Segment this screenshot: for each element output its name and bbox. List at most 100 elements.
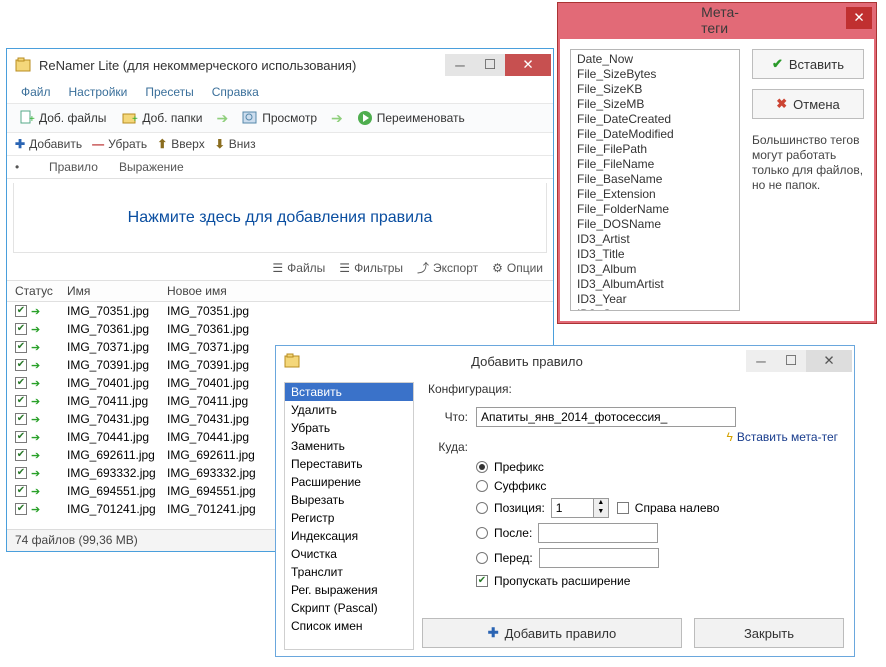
add-rule-button[interactable]: ✚ Добавить правило — [422, 618, 682, 648]
gear-icon: ⚙ — [492, 261, 503, 275]
minimize-button[interactable]: ─ — [445, 54, 475, 76]
meta-tag-item[interactable]: File_DateCreated — [571, 112, 739, 127]
rule-max-button[interactable]: ☐ — [776, 350, 806, 372]
meta-tag-item[interactable]: File_Extension — [571, 187, 739, 202]
rule-remove-button[interactable]: —Убрать — [92, 137, 147, 151]
meta-tag-item[interactable]: File_DateModified — [571, 127, 739, 142]
rule-type-item[interactable]: Индексация — [285, 527, 413, 545]
rule-up-button[interactable]: ⬆Вверх — [157, 137, 205, 151]
rule-type-item[interactable]: Убрать — [285, 419, 413, 437]
what-input[interactable] — [476, 407, 736, 427]
meta-taglist[interactable]: Date_NowFile_SizeBytesFile_SizeKBFile_Si… — [570, 49, 740, 311]
row-checkbox[interactable]: ✔ — [15, 467, 27, 479]
rule-type-item[interactable]: Скрипт (Pascal) — [285, 599, 413, 617]
meta-tag-item[interactable]: ID3_Title — [571, 247, 739, 262]
export-button[interactable]: ⤴Экспорт — [417, 259, 478, 276]
table-row[interactable]: ✔➔IMG_70361.jpgIMG_70361.jpg — [7, 320, 553, 338]
rule-type-list[interactable]: ВставитьУдалитьУбратьЗаменитьПереставить… — [284, 382, 414, 650]
meta-insert-button[interactable]: ✔ Вставить — [752, 49, 864, 79]
rule-close-x-button[interactable]: ✕ — [806, 350, 852, 372]
rtl-checkbox[interactable] — [617, 502, 629, 514]
row-checkbox[interactable]: ✔ — [15, 449, 27, 461]
rule-type-item[interactable]: Очистка — [285, 545, 413, 563]
menu-presets[interactable]: Пресеты — [137, 83, 201, 101]
rule-col-expr[interactable]: Выражение — [119, 160, 545, 174]
add-folders-button[interactable]: + Доб. папки — [116, 108, 208, 128]
col-status[interactable]: Статус — [15, 284, 67, 298]
menu-settings[interactable]: Настройки — [61, 83, 136, 101]
close-rule-button[interactable]: Закрыть — [694, 618, 844, 648]
rule-type-item[interactable]: Заменить — [285, 437, 413, 455]
skip-ext-checkbox[interactable]: ✔ Пропускать расширение — [476, 574, 842, 588]
meta-tag-item[interactable]: ID3_Year — [571, 292, 739, 307]
row-checkbox[interactable]: ✔ — [15, 305, 27, 317]
close-button[interactable]: ✕ — [505, 54, 551, 76]
meta-tag-item[interactable]: Date_Now — [571, 52, 739, 67]
rule-add-button[interactable]: ✚Добавить — [15, 137, 82, 151]
meta-tag-item[interactable]: ID3_Artist — [571, 232, 739, 247]
radio-before[interactable]: Перед: — [476, 548, 842, 568]
meta-cancel-button[interactable]: ✖ Отмена — [752, 89, 864, 119]
meta-tag-item[interactable]: File_DOSName — [571, 217, 739, 232]
rule-type-item[interactable]: Список имен — [285, 617, 413, 635]
filters-button[interactable]: ☰Фильтры — [339, 259, 403, 276]
rule-min-button[interactable]: ─ — [746, 350, 776, 372]
before-input[interactable] — [539, 548, 659, 568]
main-titlebar[interactable]: ReNamer Lite (для некоммерческого исполь… — [7, 49, 553, 81]
files-button[interactable]: ☰Файлы — [272, 259, 325, 276]
menu-file[interactable]: Файл — [13, 83, 59, 101]
row-checkbox[interactable]: ✔ — [15, 431, 27, 443]
add-files-button[interactable]: + Доб. файлы — [13, 108, 112, 128]
meta-tag-item[interactable]: ID3_AlbumArtist — [571, 277, 739, 292]
radio-prefix[interactable]: Префикс — [476, 460, 842, 474]
rule-type-item[interactable]: Переставить — [285, 455, 413, 473]
radio-icon — [476, 552, 488, 564]
row-checkbox[interactable]: ✔ — [15, 323, 27, 335]
meta-tag-item[interactable]: File_FilePath — [571, 142, 739, 157]
row-checkbox[interactable]: ✔ — [15, 413, 27, 425]
meta-tag-item[interactable]: File_FolderName — [571, 202, 739, 217]
row-checkbox[interactable]: ✔ — [15, 395, 27, 407]
preview-button[interactable]: Просмотр — [236, 108, 323, 128]
rule-type-item[interactable]: Вставить — [285, 383, 413, 401]
maximize-button[interactable]: ☐ — [475, 54, 505, 76]
rule-type-item[interactable]: Транслит — [285, 563, 413, 581]
radio-position[interactable]: Позиция: ▲▼ Справа налево — [476, 498, 842, 518]
rule-type-item[interactable]: Удалить — [285, 401, 413, 419]
meta-tag-item[interactable]: File_BaseName — [571, 172, 739, 187]
radio-suffix[interactable]: Суффикс — [476, 479, 842, 493]
after-input[interactable] — [538, 523, 658, 543]
col-newname[interactable]: Новое имя — [167, 284, 545, 298]
meta-tag-item[interactable]: ID3_Genre — [571, 307, 739, 311]
insert-meta-link[interactable]: ϟ Вставить мета-тег — [726, 430, 838, 444]
row-checkbox[interactable]: ✔ — [15, 485, 27, 497]
meta-tag-item[interactable]: File_SizeKB — [571, 82, 739, 97]
rule-down-button[interactable]: ⬇Вниз — [215, 137, 256, 151]
col-name[interactable]: Имя — [67, 284, 167, 298]
options-button[interactable]: ⚙Опции — [492, 259, 543, 276]
meta-tag-item[interactable]: File_SizeMB — [571, 97, 739, 112]
rule-col-rule[interactable]: Правило — [49, 160, 119, 174]
rule-type-item[interactable]: Рег. выражения — [285, 581, 413, 599]
rule-type-item[interactable]: Регистр — [285, 509, 413, 527]
radio-after[interactable]: После: — [476, 523, 842, 543]
meta-titlebar[interactable]: Мета-теги ✕ — [558, 3, 876, 37]
row-checkbox[interactable]: ✔ — [15, 503, 27, 515]
position-input[interactable] — [551, 498, 593, 518]
meta-tag-item[interactable]: File_FileName — [571, 157, 739, 172]
row-checkbox[interactable]: ✔ — [15, 359, 27, 371]
table-row[interactable]: ✔➔IMG_70351.jpgIMG_70351.jpg — [7, 302, 553, 320]
row-checkbox[interactable]: ✔ — [15, 377, 27, 389]
meta-tag-item[interactable]: ID3_Album — [571, 262, 739, 277]
row-checkbox[interactable]: ✔ — [15, 341, 27, 353]
rule-type-item[interactable]: Вырезать — [285, 491, 413, 509]
menu-help[interactable]: Справка — [204, 83, 267, 101]
rule-titlebar[interactable]: Добавить правило ─ ☐ ✕ — [276, 346, 854, 376]
meta-close-button[interactable]: ✕ — [846, 7, 872, 29]
spinner[interactable]: ▲▼ — [593, 498, 609, 518]
meta-tag-item[interactable]: File_SizeBytes — [571, 67, 739, 82]
rule-placeholder[interactable]: Нажмите здесь для добавления правила — [13, 183, 547, 253]
rename-button[interactable]: Переименовать — [351, 108, 471, 128]
rule-type-item[interactable]: Расширение — [285, 473, 413, 491]
ok-arrow-icon: ➔ — [31, 323, 40, 336]
